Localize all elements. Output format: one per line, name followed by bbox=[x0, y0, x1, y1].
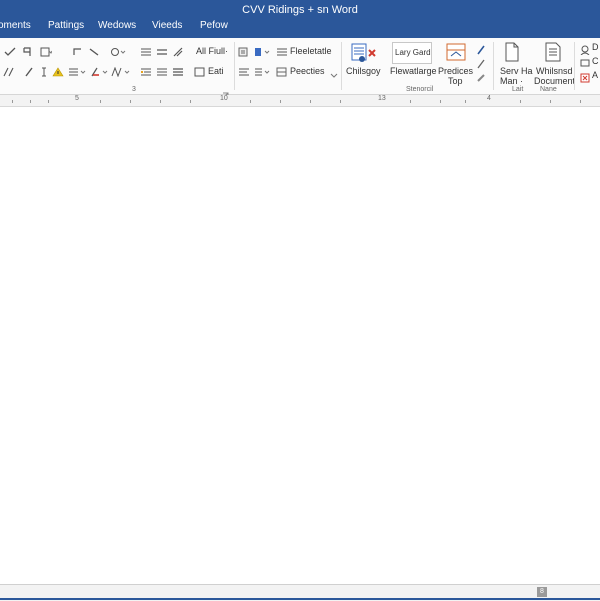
ruler-tick bbox=[130, 100, 131, 103]
ruler-tick bbox=[580, 100, 581, 103]
pen-blue-icon[interactable] bbox=[476, 42, 486, 55]
undo-icon[interactable] bbox=[72, 44, 84, 55]
title-bar: CVV Ridings + sn Word oments Pattings We… bbox=[0, 0, 600, 38]
document-lines-icon[interactable] bbox=[544, 42, 562, 62]
list-dropdown-icon[interactable] bbox=[68, 64, 86, 76]
ruler-tick bbox=[48, 100, 49, 103]
chevron-down-icon[interactable] bbox=[330, 66, 338, 78]
distribute-icon[interactable] bbox=[172, 64, 184, 76]
style-gallery-box[interactable]: Lary Gard bbox=[392, 42, 432, 64]
menu-item-2[interactable]: Wedows bbox=[98, 20, 136, 31]
document-canvas[interactable] bbox=[0, 107, 600, 584]
ruler-number: 5 bbox=[75, 95, 79, 102]
menu-item-0[interactable]: oments bbox=[0, 20, 31, 31]
eraser-icon[interactable] bbox=[476, 70, 486, 82]
ruler-number: 10 bbox=[220, 95, 228, 102]
group-label-nane: Nane bbox=[540, 86, 557, 93]
separator bbox=[341, 42, 342, 90]
separator bbox=[234, 42, 235, 90]
justify-icon[interactable] bbox=[156, 64, 168, 76]
link-dropdown-icon[interactable] bbox=[110, 44, 126, 56]
ruler-tick bbox=[440, 100, 441, 103]
style-fleeletatle[interactable]: Fleeletatle bbox=[290, 46, 332, 56]
close-red-icon[interactable] bbox=[580, 70, 590, 83]
pen-icon[interactable] bbox=[24, 64, 34, 77]
ruler-tick bbox=[190, 100, 191, 103]
document-delete-icon[interactable] bbox=[350, 42, 378, 64]
comment-icon[interactable] bbox=[580, 56, 590, 67]
ruler-tick bbox=[310, 100, 311, 103]
ruler-number: 13 bbox=[378, 95, 386, 102]
style-lines-dropdown-icon[interactable] bbox=[254, 64, 272, 76]
style-peecties[interactable]: Peecties bbox=[290, 66, 325, 76]
ruler-number: 4 bbox=[487, 95, 491, 102]
menu-item-3[interactable]: Vieeds bbox=[152, 20, 182, 31]
predices-label-1[interactable]: Predices bbox=[438, 66, 473, 76]
serv-ha-label-1[interactable]: Serv Ha bbox=[500, 66, 533, 76]
box-dropdown-icon[interactable] bbox=[40, 44, 53, 57]
warning-icon[interactable] bbox=[52, 64, 64, 77]
redo-icon[interactable] bbox=[88, 44, 100, 56]
style-list-icon[interactable] bbox=[276, 44, 288, 56]
window-title: CVV Ridings + sn Word bbox=[242, 4, 358, 16]
user-icon[interactable] bbox=[580, 42, 590, 56]
align-center-icon[interactable] bbox=[156, 44, 168, 55]
serv-ha-label-2[interactable]: Man · bbox=[500, 76, 523, 86]
check-icon[interactable] bbox=[4, 44, 16, 56]
ruler-tick bbox=[410, 100, 411, 103]
italic-icon[interactable] bbox=[2, 64, 16, 77]
ruler-tick bbox=[280, 100, 281, 103]
brush-icon[interactable] bbox=[172, 44, 184, 57]
separator bbox=[574, 42, 575, 90]
group-label-lait: Lait bbox=[512, 86, 524, 93]
all-full-dropdown[interactable]: All Fiull· bbox=[196, 46, 228, 56]
lary-gard-label: Lary Gard bbox=[395, 48, 431, 57]
ruler-tick bbox=[520, 100, 521, 103]
document-icon[interactable] bbox=[504, 42, 520, 62]
ruler-tick bbox=[12, 100, 13, 103]
style-grid-icon[interactable] bbox=[276, 64, 288, 77]
ribbon: All Fiull· Eati 3 Fleeletatle Peecties C… bbox=[0, 38, 600, 98]
group-label-font: 3 bbox=[132, 86, 136, 93]
right-d[interactable]: D bbox=[592, 42, 599, 52]
dialog-launcher-icon[interactable] bbox=[222, 86, 230, 98]
ruler-tick bbox=[100, 100, 101, 103]
ruler-tick bbox=[160, 100, 161, 103]
ruler-tick bbox=[465, 100, 466, 103]
eati-dropdown[interactable]: Eati bbox=[208, 66, 224, 76]
ruler-tick bbox=[340, 100, 341, 103]
style-blue-dropdown-icon[interactable] bbox=[254, 44, 272, 56]
group-label-stenorcil: Stenorcil bbox=[406, 86, 434, 93]
predices-label-2[interactable]: Top bbox=[448, 76, 463, 86]
chilsgoy-button[interactable]: Chilsgoy bbox=[346, 66, 381, 76]
status-button[interactable]: 8 bbox=[537, 587, 547, 597]
flewatlarge-button[interactable]: Flewatlarge bbox=[390, 66, 437, 76]
ruler: 5 10 13 4 bbox=[0, 95, 600, 107]
paragraph-icon[interactable] bbox=[22, 44, 32, 56]
highlight-dropdown-icon[interactable] bbox=[90, 64, 108, 77]
ruler-tick bbox=[550, 100, 551, 103]
ruler-tick bbox=[30, 100, 31, 103]
menu-bar: oments Pattings Wedows Vieeds Pefow bbox=[0, 18, 600, 36]
menu-item-4[interactable]: Pefow bbox=[200, 20, 228, 31]
eati-icon bbox=[194, 64, 206, 77]
whilsnsd-label-1[interactable]: Whilsnsd bbox=[536, 66, 573, 76]
numbering-dropdown-icon[interactable] bbox=[110, 64, 130, 78]
pencil-icon[interactable] bbox=[476, 56, 486, 69]
align-left-icon[interactable] bbox=[140, 44, 152, 56]
predices-top-icon[interactable] bbox=[446, 42, 468, 62]
whilsnsd-label-2[interactable]: Document bbox=[534, 76, 575, 86]
style-doc-icon[interactable] bbox=[238, 44, 250, 57]
right-c[interactable]: C bbox=[592, 56, 599, 66]
style-align-icon[interactable] bbox=[238, 64, 250, 76]
ruler-tick bbox=[250, 100, 251, 103]
separator bbox=[493, 42, 494, 90]
indent-icon[interactable] bbox=[140, 64, 152, 76]
menu-item-1[interactable]: Pattings bbox=[48, 20, 84, 31]
right-a[interactable]: A bbox=[592, 70, 598, 80]
text-cursor-icon[interactable] bbox=[40, 64, 48, 77]
